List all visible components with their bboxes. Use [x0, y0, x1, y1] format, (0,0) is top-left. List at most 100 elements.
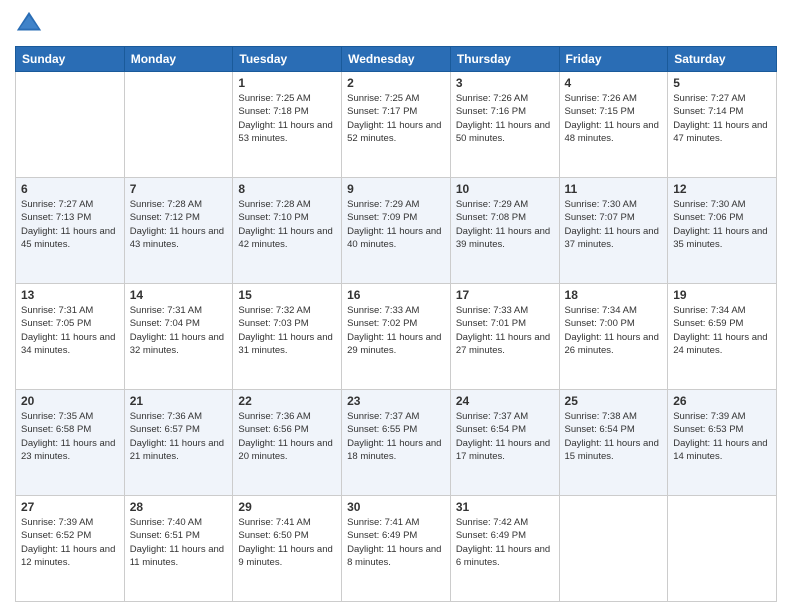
day-info: Sunrise: 7:35 AMSunset: 6:58 PMDaylight:… [21, 410, 119, 463]
day-header-sunday: Sunday [16, 47, 125, 72]
day-info: Sunrise: 7:41 AMSunset: 6:50 PMDaylight:… [238, 516, 336, 569]
day-info: Sunrise: 7:41 AMSunset: 6:49 PMDaylight:… [347, 516, 445, 569]
day-info: Sunrise: 7:27 AMSunset: 7:14 PMDaylight:… [673, 92, 771, 145]
logo-icon [15, 10, 43, 38]
day-header-wednesday: Wednesday [342, 47, 451, 72]
day-info: Sunrise: 7:28 AMSunset: 7:10 PMDaylight:… [238, 198, 336, 251]
day-number: 9 [347, 182, 445, 196]
day-info: Sunrise: 7:34 AMSunset: 7:00 PMDaylight:… [565, 304, 663, 357]
day-number: 10 [456, 182, 554, 196]
calendar-cell: 26 Sunrise: 7:39 AMSunset: 6:53 PMDayligh… [668, 390, 777, 496]
day-number: 12 [673, 182, 771, 196]
calendar-cell: 2 Sunrise: 7:25 AMSunset: 7:17 PMDaylight… [342, 72, 451, 178]
day-number: 31 [456, 500, 554, 514]
calendar-cell: 13 Sunrise: 7:31 AMSunset: 7:05 PMDayligh… [16, 284, 125, 390]
day-header-thursday: Thursday [450, 47, 559, 72]
calendar-cell: 6 Sunrise: 7:27 AMSunset: 7:13 PMDaylight… [16, 178, 125, 284]
day-number: 23 [347, 394, 445, 408]
day-info: Sunrise: 7:29 AMSunset: 7:09 PMDaylight:… [347, 198, 445, 251]
logo [15, 10, 47, 38]
day-info: Sunrise: 7:28 AMSunset: 7:12 PMDaylight:… [130, 198, 228, 251]
week-row-2: 6 Sunrise: 7:27 AMSunset: 7:13 PMDaylight… [16, 178, 777, 284]
calendar-cell: 28 Sunrise: 7:40 AMSunset: 6:51 PMDayligh… [124, 496, 233, 602]
day-number: 30 [347, 500, 445, 514]
day-number: 8 [238, 182, 336, 196]
day-number: 14 [130, 288, 228, 302]
day-info: Sunrise: 7:30 AMSunset: 7:06 PMDaylight:… [673, 198, 771, 251]
day-number: 25 [565, 394, 663, 408]
day-info: Sunrise: 7:25 AMSunset: 7:18 PMDaylight:… [238, 92, 336, 145]
day-number: 29 [238, 500, 336, 514]
calendar-cell: 31 Sunrise: 7:42 AMSunset: 6:49 PMDayligh… [450, 496, 559, 602]
day-number: 4 [565, 76, 663, 90]
week-row-5: 27 Sunrise: 7:39 AMSunset: 6:52 PMDayligh… [16, 496, 777, 602]
day-number: 26 [673, 394, 771, 408]
calendar-cell: 12 Sunrise: 7:30 AMSunset: 7:06 PMDayligh… [668, 178, 777, 284]
day-info: Sunrise: 7:33 AMSunset: 7:01 PMDaylight:… [456, 304, 554, 357]
calendar-cell: 22Sunrise: 7:36 AMSunset: 6:56 PMDayligh… [233, 390, 342, 496]
header [15, 10, 777, 38]
day-info: Sunrise: 7:26 AMSunset: 7:16 PMDaylight:… [456, 92, 554, 145]
day-info: Sunrise: 7:32 AMSunset: 7:03 PMDaylight:… [238, 304, 336, 357]
day-info: Sunrise: 7:40 AMSunset: 6:51 PMDaylight:… [130, 516, 228, 569]
day-number: 18 [565, 288, 663, 302]
day-number: 11 [565, 182, 663, 196]
day-number: 27 [21, 500, 119, 514]
calendar-cell: 25Sunrise: 7:38 AMSunset: 6:54 PMDayligh… [559, 390, 668, 496]
day-info: Sunrise: 7:42 AMSunset: 6:49 PMDaylight:… [456, 516, 554, 569]
day-header-tuesday: Tuesday [233, 47, 342, 72]
day-info: Sunrise: 7:36 AMSunset: 6:57 PMDaylight:… [130, 410, 228, 463]
calendar-cell: 1Sunrise: 7:25 AMSunset: 7:18 PMDaylight… [233, 72, 342, 178]
day-info: Sunrise: 7:33 AMSunset: 7:02 PMDaylight:… [347, 304, 445, 357]
day-number: 16 [347, 288, 445, 302]
day-info: Sunrise: 7:31 AMSunset: 7:04 PMDaylight:… [130, 304, 228, 357]
calendar-cell: 5 Sunrise: 7:27 AMSunset: 7:14 PMDaylight… [668, 72, 777, 178]
calendar-cell: 18 Sunrise: 7:34 AMSunset: 7:00 PMDayligh… [559, 284, 668, 390]
day-number: 2 [347, 76, 445, 90]
day-number: 21 [130, 394, 228, 408]
day-number: 17 [456, 288, 554, 302]
day-number: 22 [238, 394, 336, 408]
day-info: Sunrise: 7:37 AMSunset: 6:55 PMDaylight:… [347, 410, 445, 463]
day-info: Sunrise: 7:25 AMSunset: 7:17 PMDaylight:… [347, 92, 445, 145]
calendar-cell: 21 Sunrise: 7:36 AMSunset: 6:57 PMDayligh… [124, 390, 233, 496]
day-info: Sunrise: 7:39 AMSunset: 6:53 PMDaylight:… [673, 410, 771, 463]
calendar-cell: 17 Sunrise: 7:33 AMSunset: 7:01 PMDayligh… [450, 284, 559, 390]
calendar-cell: 8 Sunrise: 7:28 AMSunset: 7:10 PMDaylight… [233, 178, 342, 284]
day-header-monday: Monday [124, 47, 233, 72]
day-info: Sunrise: 7:31 AMSunset: 7:05 PMDaylight:… [21, 304, 119, 357]
day-number: 3 [456, 76, 554, 90]
calendar-cell: 10Sunrise: 7:29 AMSunset: 7:08 PMDayligh… [450, 178, 559, 284]
day-number: 28 [130, 500, 228, 514]
calendar-cell: 9 Sunrise: 7:29 AMSunset: 7:09 PMDaylight… [342, 178, 451, 284]
day-info: Sunrise: 7:39 AMSunset: 6:52 PMDaylight:… [21, 516, 119, 569]
calendar-cell [668, 496, 777, 602]
calendar-cell: 15 Sunrise: 7:32 AMSunset: 7:03 PMDayligh… [233, 284, 342, 390]
calendar: SundayMondayTuesdayWednesdayThursdayFrid… [15, 46, 777, 602]
day-info: Sunrise: 7:27 AMSunset: 7:13 PMDaylight:… [21, 198, 119, 251]
calendar-cell: 16 Sunrise: 7:33 AMSunset: 7:02 PMDayligh… [342, 284, 451, 390]
calendar-cell [559, 496, 668, 602]
calendar-cell: 14 Sunrise: 7:31 AMSunset: 7:04 PMDayligh… [124, 284, 233, 390]
calendar-cell: 29 Sunrise: 7:41 AMSunset: 6:50 PMDayligh… [233, 496, 342, 602]
calendar-cell: 20 Sunrise: 7:35 AMSunset: 6:58 PMDayligh… [16, 390, 125, 496]
day-number: 13 [21, 288, 119, 302]
calendar-body: 1Sunrise: 7:25 AMSunset: 7:18 PMDaylight… [16, 72, 777, 602]
calendar-cell: 11Sunrise: 7:30 AMSunset: 7:07 PMDayligh… [559, 178, 668, 284]
calendar-cell: 7Sunrise: 7:28 AMSunset: 7:12 PMDaylight… [124, 178, 233, 284]
day-number: 20 [21, 394, 119, 408]
day-number: 24 [456, 394, 554, 408]
day-header-friday: Friday [559, 47, 668, 72]
day-header-saturday: Saturday [668, 47, 777, 72]
page: SundayMondayTuesdayWednesdayThursdayFrid… [0, 0, 792, 612]
calendar-cell [124, 72, 233, 178]
calendar-cell: 30 Sunrise: 7:41 AMSunset: 6:49 PMDayligh… [342, 496, 451, 602]
day-info: Sunrise: 7:26 AMSunset: 7:15 PMDaylight:… [565, 92, 663, 145]
day-number: 15 [238, 288, 336, 302]
day-number: 6 [21, 182, 119, 196]
calendar-cell: 3 Sunrise: 7:26 AMSunset: 7:16 PMDaylight… [450, 72, 559, 178]
week-row-3: 13 Sunrise: 7:31 AMSunset: 7:05 PMDayligh… [16, 284, 777, 390]
day-number: 5 [673, 76, 771, 90]
calendar-cell: 24Sunrise: 7:37 AMSunset: 6:54 PMDayligh… [450, 390, 559, 496]
calendar-cell [16, 72, 125, 178]
